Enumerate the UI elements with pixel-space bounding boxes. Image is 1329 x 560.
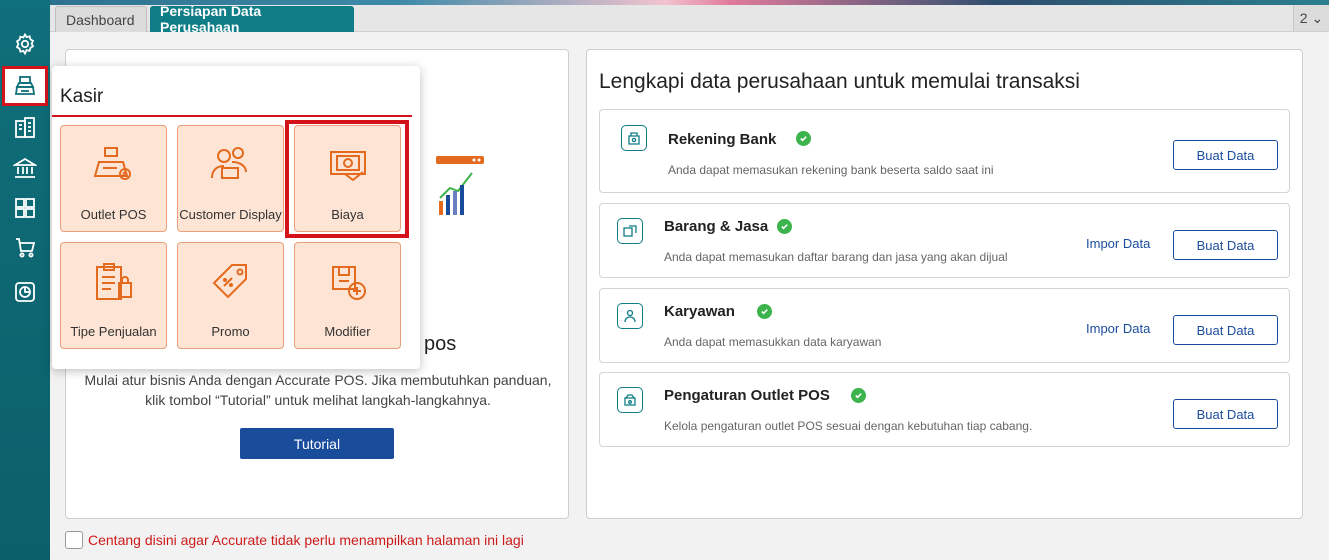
outlet-settings-icon [617,387,643,413]
check-icon [777,219,792,234]
tile-modifier[interactable]: Modifier [294,242,401,349]
setup-checklist-panel: Lengkapi data perusahaan untuk memulai t… [586,49,1303,519]
biaya-highlight-box [285,120,409,238]
clipboard-bag-icon [96,263,132,300]
buat-data-button[interactable]: Buat Data [1173,140,1278,170]
tile-promo[interactable]: Promo [177,242,284,349]
customer-display-icon [211,147,247,179]
sidebar-inventory-button[interactable] [6,191,44,225]
sidebar-settings-button[interactable] [6,27,44,61]
tile-label: Customer Display [179,207,282,222]
goods-services-icon [617,218,643,244]
impor-data-link[interactable]: Impor Data [1086,321,1150,336]
card-description: Anda dapat memasukan rekening bank beser… [668,163,994,177]
tab-persiapan-data[interactable]: Persiapan Data Perusahaan [150,3,354,35]
popup-divider [52,115,412,117]
tutorial-button[interactable]: Tutorial [240,428,394,459]
tab-counter-dropdown[interactable]: 2 ⌄ [1293,5,1329,31]
employee-icon [617,303,643,329]
cart-icon [16,238,36,258]
tile-outlet-pos[interactable]: Outlet POS [60,125,167,232]
popup-title: Kasir [60,86,104,107]
impor-data-link[interactable]: Impor Data [1086,236,1150,251]
intro-title-tail: pos [424,333,457,355]
check-icon [851,388,866,403]
card-pengaturan-outlet: Pengaturan Outlet POS Kelola pengaturan … [599,372,1290,447]
card-karyawan: Karyawan Anda dapat memasukkan data kary… [599,288,1290,363]
buat-data-button[interactable]: Buat Data [1173,230,1278,260]
tile-tipe-penjualan[interactable]: Tipe Penjualan [60,242,167,349]
card-description: Kelola pengaturan outlet POS sesuai deng… [664,419,1033,433]
chart-illustration [436,156,484,215]
tile-label: Outlet POS [80,207,147,222]
hide-page-checkbox[interactable] [65,531,83,549]
buat-data-button[interactable]: Buat Data [1173,399,1278,429]
check-icon [796,131,811,146]
card-rekening-bank: Rekening Bank Anda dapat memasukan reken… [599,109,1290,193]
bank-account-icon [621,125,647,151]
card-title: Pengaturan Outlet POS [664,387,830,404]
bank-icon [13,157,37,178]
sidebar-bank-button[interactable] [6,151,44,185]
card-title: Karyawan [664,303,735,320]
report-icon [15,282,35,302]
hide-page-checkbox-label: Centang disini agar Accurate tidak perlu… [88,532,524,548]
tile-label: Tipe Penjualan [70,324,157,339]
hide-page-checkbox-row[interactable]: Centang disini agar Accurate tidak perlu… [65,531,524,549]
card-title: Rekening Bank [668,131,777,148]
sidebar-report-button[interactable] [6,275,44,309]
check-icon [757,304,772,319]
building-icon [15,117,35,138]
pos-register-icon [93,147,131,180]
cashier-icon [14,76,36,95]
sidebar-sales-button[interactable] [6,231,44,265]
card-title: Barang & Jasa [664,218,769,235]
tag-icon [212,264,247,299]
card-description: Anda dapat memasukan daftar barang dan j… [664,250,1008,264]
intro-description: Mulai atur bisnis Anda dengan Accurate P… [84,372,552,408]
tile-customer-display[interactable]: Customer Display [177,125,284,232]
tab-dashboard[interactable]: Dashboard [55,6,147,32]
settings-icon [15,32,35,56]
box-plus-icon [332,266,366,300]
sidebar-company-button[interactable] [6,111,44,145]
tab-bar: Dashboard Persiapan Data Perusahaan 2 ⌄ [50,3,1329,35]
card-barang-jasa: Barang & Jasa Anda dapat memasukan dafta… [599,203,1290,278]
tile-label: Modifier [324,324,371,339]
buat-data-button[interactable]: Buat Data [1173,315,1278,345]
checklist-title: Lengkapi data perusahaan untuk memulai t… [599,70,1080,93]
sidebar-cashier-button[interactable] [2,66,48,106]
tile-label: Promo [211,324,250,339]
card-description: Anda dapat memasukkan data karyawan [664,335,882,349]
inventory-icon [15,198,35,218]
sidebar [0,0,50,560]
